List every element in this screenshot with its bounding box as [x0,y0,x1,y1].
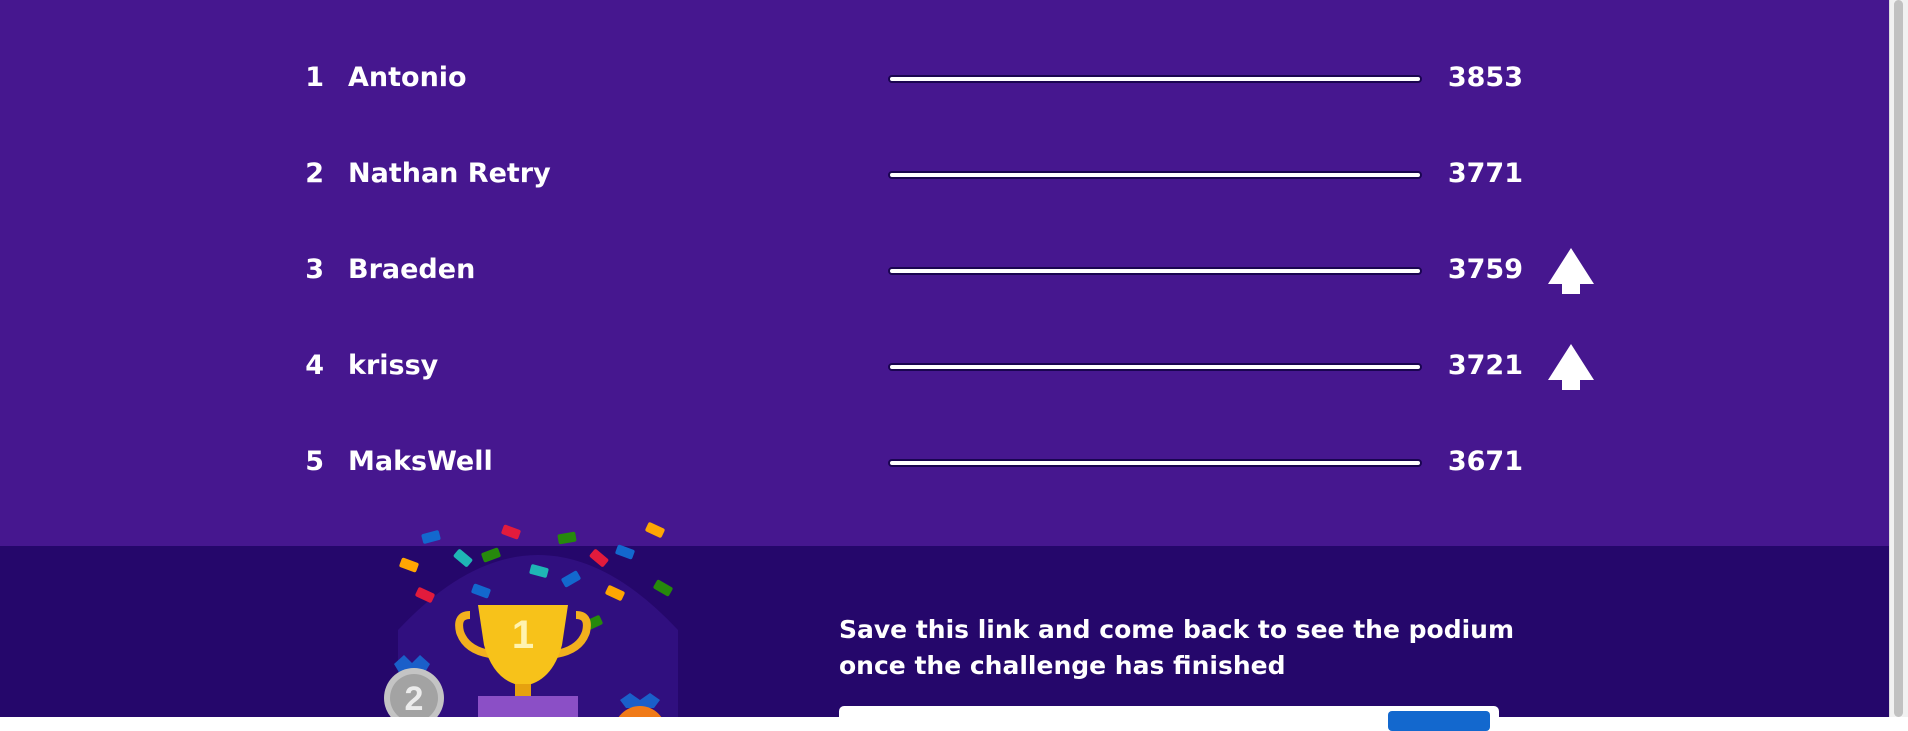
leaderboard-row: 2 Nathan Retry 3771 [0,144,1890,204]
rank-number: 3 [305,254,324,285]
score-bar [888,171,1422,179]
leaderboard-section: 1 Antonio 3853 2 Nathan Retry 3771 3 Bra… [0,0,1890,546]
player-name: Braeden [348,254,476,285]
player-name: MaksWell [348,446,493,477]
scrollbar-thumb[interactable] [1894,0,1903,717]
leaderboard-row: 5 MaksWell 3671 [0,432,1890,492]
player-score: 3853 [1447,62,1523,93]
leaderboard-row: 3 Braeden 3759 [0,240,1890,300]
podium-message: Save this link and come back to see the … [839,612,1519,684]
player-score: 3759 [1447,254,1523,285]
rank-number: 2 [305,158,324,189]
score-bar [888,75,1422,83]
leaderboard-row: 1 Antonio 3853 [0,48,1890,108]
rank-number: 1 [305,62,324,93]
podium-message-line1: Save this link and come back to see the … [839,615,1514,644]
player-name: Antonio [348,62,467,93]
rank-number: 4 [305,350,324,381]
player-name: krissy [348,350,439,381]
copy-link-button[interactable] [1388,711,1490,731]
score-bar [888,267,1422,275]
silver-medal-label: 2 [405,680,424,717]
score-bar [888,363,1422,371]
leaderboard-row: 4 krissy 3721 [0,336,1890,396]
rank-up-arrow-icon [1548,248,1594,294]
score-bar [888,459,1422,467]
rank-number: 5 [305,446,324,477]
player-score: 3671 [1447,446,1523,477]
trophy-rank-label: 1 [512,613,534,657]
player-name: Nathan Retry [348,158,551,189]
podium-block [478,696,578,717]
player-score: 3721 [1447,350,1523,381]
trophy-confetti-illustration: 1 2 [384,522,678,717]
page-scrollbar[interactable] [1889,0,1908,717]
player-score: 3771 [1447,158,1523,189]
podium-message-line2: once the challenge has finished [839,651,1286,680]
rank-up-arrow-icon [1548,344,1594,390]
